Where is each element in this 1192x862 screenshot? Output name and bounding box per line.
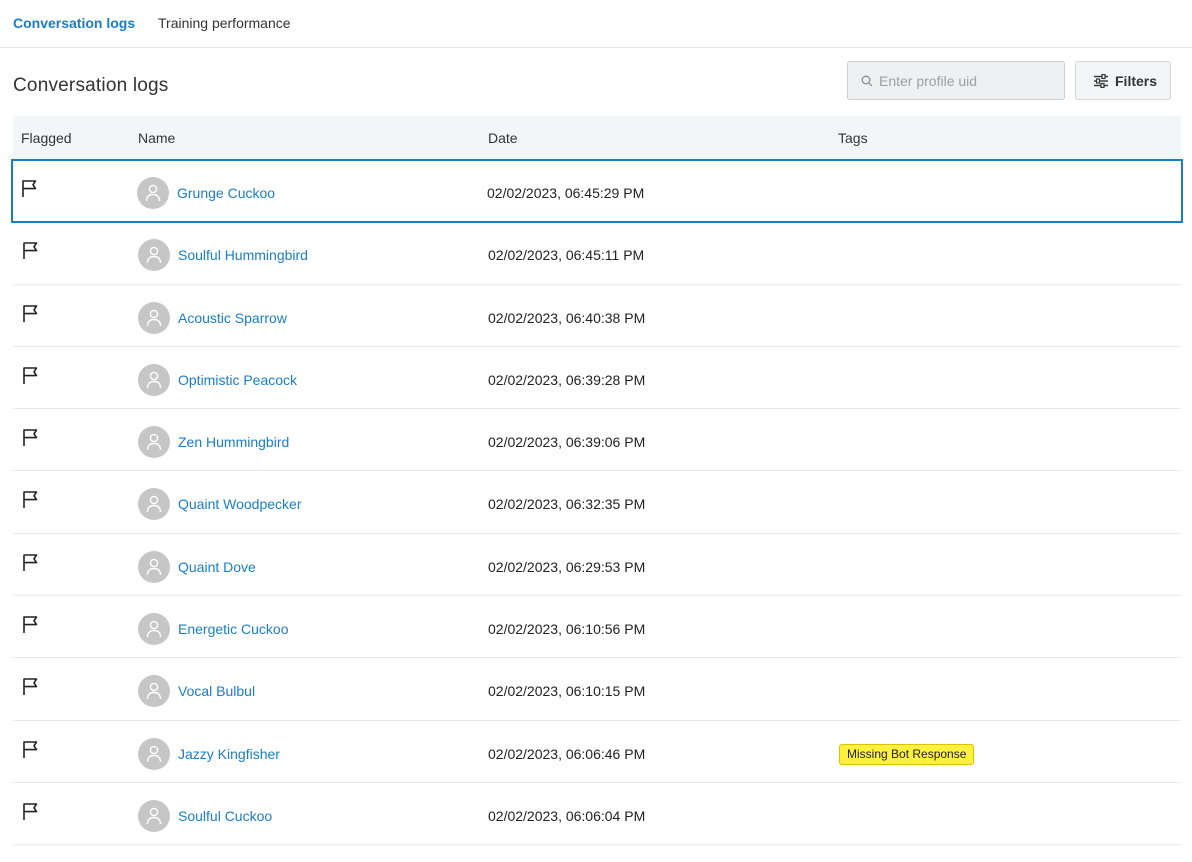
user-icon — [146, 246, 162, 264]
conversation-date: 02/02/2023, 06:10:56 PM — [488, 621, 646, 638]
flag-icon[interactable] — [22, 304, 40, 323]
user-icon — [145, 184, 161, 202]
avatar — [138, 301, 170, 334]
flag-icon[interactable] — [22, 802, 40, 821]
user-icon — [146, 683, 162, 700]
search-input[interactable] — [879, 62, 1059, 99]
tab-bar: Conversation logs Training performance — [0, 0, 1192, 48]
search-box[interactable] — [847, 61, 1065, 100]
table-row[interactable]: Soulful Cuckoo 02/02/2023, 06:06:04 PM — [13, 783, 1181, 846]
avatar — [138, 239, 170, 272]
profile-name-link[interactable]: Vocal Bulbul — [178, 683, 255, 700]
user-icon — [146, 371, 162, 388]
profile-name-link[interactable]: Energetic Cuckoo — [178, 621, 289, 638]
table-row[interactable]: Acoustic Sparrow 02/02/2023, 06:40:38 PM — [13, 285, 1181, 347]
search-icon — [861, 75, 873, 87]
tag-badge: Missing Bot Response — [839, 743, 975, 765]
table-row[interactable]: Quaint Woodpecker 02/02/2023, 06:32:35 P… — [13, 471, 1181, 534]
flag-icon[interactable] — [22, 428, 40, 447]
conversation-date: 02/02/2023, 06:06:04 PM — [488, 807, 646, 824]
tab-training-performance[interactable]: Training performance — [158, 15, 291, 32]
user-icon — [146, 807, 162, 825]
sliders-icon — [1094, 74, 1108, 88]
table-row[interactable]: Zen Hummingbird 02/02/2023, 06:39:06 PM — [13, 409, 1181, 472]
page-title: Conversation logs — [13, 75, 169, 96]
profile-name-link[interactable]: Grunge Cuckoo — [177, 185, 275, 202]
avatar — [138, 675, 170, 708]
conversation-date: 02/02/2023, 06:39:06 PM — [488, 434, 646, 451]
profile-name-link[interactable]: Zen Hummingbird — [178, 434, 289, 451]
profile-name-link[interactable]: Optimistic Peacock — [178, 372, 297, 389]
table-row[interactable]: Grunge Cuckoo 02/02/2023, 06:45:29 PM — [11, 158, 1183, 224]
column-header-date: Date — [488, 130, 518, 146]
profile-name-link[interactable]: Soulful Cuckoo — [178, 808, 272, 825]
flag-icon[interactable] — [22, 740, 40, 759]
table-row[interactable]: Soulful Hummingbird 02/02/2023, 06:45:11… — [13, 222, 1181, 285]
table-row[interactable]: Optimistic Peacock 02/02/2023, 06:39:28 … — [13, 347, 1181, 410]
conversation-date: 02/02/2023, 06:10:15 PM — [488, 683, 646, 700]
filters-button[interactable]: Filters — [1075, 61, 1171, 100]
user-icon — [146, 620, 162, 638]
table-row[interactable]: Jazzy Kingfisher 02/02/2023, 06:06:46 PM… — [13, 721, 1181, 783]
avatar — [138, 799, 170, 832]
profile-name-link[interactable]: Acoustic Sparrow — [178, 310, 287, 327]
column-header-name: Name — [138, 130, 176, 146]
flag-icon[interactable] — [21, 179, 39, 198]
table-row[interactable]: Quaint Dove 02/02/2023, 06:29:53 PM — [13, 534, 1181, 597]
flag-icon[interactable] — [22, 553, 40, 572]
conversation-date: 02/02/2023, 06:32:35 PM — [488, 496, 646, 513]
user-icon — [146, 745, 162, 762]
avatar — [138, 550, 170, 583]
avatar — [138, 613, 170, 646]
table-body: Grunge Cuckoo 02/02/2023, 06:45:29 PM So… — [11, 158, 1183, 846]
user-icon — [146, 558, 162, 575]
user-icon — [146, 309, 162, 326]
avatar — [138, 488, 170, 521]
profile-name-link[interactable]: Jazzy Kingfisher — [178, 746, 280, 763]
conversation-date: 02/02/2023, 06:29:53 PM — [488, 558, 646, 575]
user-icon — [146, 433, 162, 451]
avatar — [138, 426, 170, 459]
avatar — [138, 363, 170, 396]
conversation-date: 02/02/2023, 06:39:28 PM — [488, 371, 646, 388]
flag-icon[interactable] — [22, 677, 40, 696]
table-header: Flagged Name Date Tags — [13, 116, 1181, 159]
avatar — [137, 177, 169, 209]
avatar — [138, 737, 170, 770]
profile-name-link[interactable]: Quaint Dove — [178, 559, 256, 576]
column-header-flagged: Flagged — [21, 130, 72, 146]
tab-conversation-logs[interactable]: Conversation logs — [13, 15, 135, 32]
flag-icon[interactable] — [22, 366, 40, 385]
filters-label: Filters — [1115, 73, 1158, 89]
profile-name-link[interactable]: Quaint Woodpecker — [178, 496, 301, 513]
user-icon — [146, 496, 162, 513]
conversation-date: 02/02/2023, 06:45:11 PM — [488, 247, 645, 264]
table-row[interactable]: Vocal Bulbul 02/02/2023, 06:10:15 PM — [13, 658, 1181, 721]
conversation-date: 02/02/2023, 06:06:46 PM — [488, 745, 646, 762]
flag-icon[interactable] — [22, 490, 40, 509]
column-header-tags: Tags — [838, 130, 868, 146]
flag-icon[interactable] — [22, 615, 40, 634]
conversation-date: 02/02/2023, 06:40:38 PM — [488, 309, 646, 326]
flag-icon[interactable] — [22, 241, 40, 260]
profile-name-link[interactable]: Soulful Hummingbird — [178, 247, 308, 264]
conversation-date: 02/02/2023, 06:45:29 PM — [487, 185, 645, 201]
table-row[interactable]: Energetic Cuckoo 02/02/2023, 06:10:56 PM — [13, 596, 1181, 659]
